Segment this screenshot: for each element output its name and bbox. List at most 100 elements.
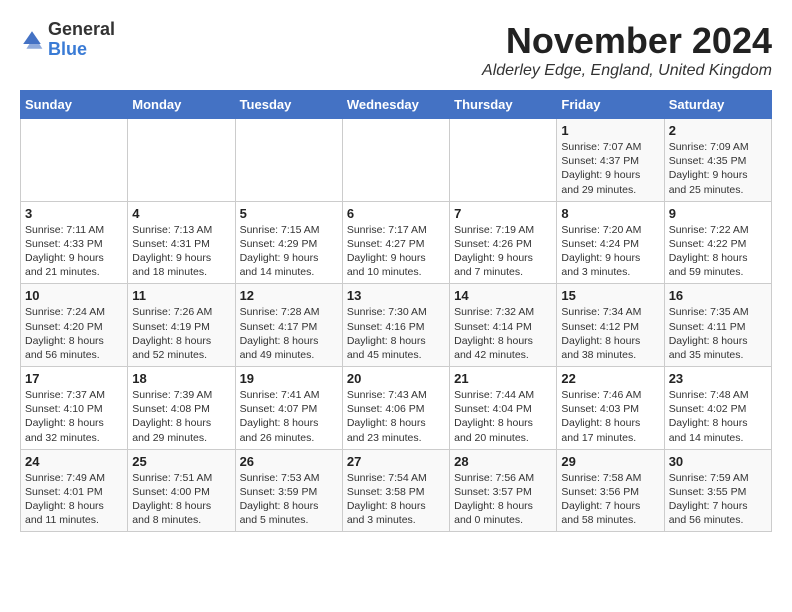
calendar-cell: 19 Sunrise: 7:41 AM Sunset: 4:07 PM Dayli… [235, 367, 342, 450]
calendar-cell [235, 119, 342, 202]
logo-general: General [48, 20, 115, 40]
calendar-cell: 24 Sunrise: 7:49 AM Sunset: 4:01 PM Dayli… [21, 449, 128, 532]
day-info: Sunrise: 7:37 AM Sunset: 4:10 PM Dayligh… [25, 388, 123, 445]
day-number: 9 [669, 206, 767, 221]
week-row-4: 24 Sunrise: 7:49 AM Sunset: 4:01 PM Dayli… [21, 449, 772, 532]
month-title: November 2024 [482, 20, 772, 62]
day-number: 4 [132, 206, 230, 221]
day-number: 16 [669, 288, 767, 303]
calendar-table: SundayMondayTuesdayWednesdayThursdayFrid… [20, 90, 772, 532]
day-number: 28 [454, 454, 552, 469]
day-number: 29 [561, 454, 659, 469]
day-info: Sunrise: 7:39 AM Sunset: 4:08 PM Dayligh… [132, 388, 230, 445]
day-number: 21 [454, 371, 552, 386]
calendar-body: 1Sunrise: 7:07 AM Sunset: 4:37 PM Daylig… [21, 119, 772, 532]
day-info: Sunrise: 7:41 AM Sunset: 4:07 PM Dayligh… [240, 388, 338, 445]
day-info: Sunrise: 7:13 AM Sunset: 4:31 PM Dayligh… [132, 223, 230, 280]
day-number: 8 [561, 206, 659, 221]
calendar-cell: 17 Sunrise: 7:37 AM Sunset: 4:10 PM Dayli… [21, 367, 128, 450]
calendar-cell: 26 Sunrise: 7:53 AM Sunset: 3:59 PM Dayli… [235, 449, 342, 532]
calendar-cell [128, 119, 235, 202]
day-info: Sunrise: 7:30 AM Sunset: 4:16 PM Dayligh… [347, 305, 445, 362]
day-info: Sunrise: 7:24 AM Sunset: 4:20 PM Dayligh… [25, 305, 123, 362]
calendar-cell: 23 Sunrise: 7:48 AM Sunset: 4:02 PM Dayli… [664, 367, 771, 450]
calendar-cell [450, 119, 557, 202]
day-info: Sunrise: 7:35 AM Sunset: 4:11 PM Dayligh… [669, 305, 767, 362]
day-info: Sunrise: 7:32 AM Sunset: 4:14 PM Dayligh… [454, 305, 552, 362]
day-info: Sunrise: 7:19 AM Sunset: 4:26 PM Dayligh… [454, 223, 552, 280]
day-number: 11 [132, 288, 230, 303]
day-number: 3 [25, 206, 123, 221]
location: Alderley Edge, England, United Kingdom [482, 62, 772, 80]
calendar-cell: 27Sunrise: 7:54 AM Sunset: 3:58 PM Dayli… [342, 449, 449, 532]
day-number: 15 [561, 288, 659, 303]
header-cell-tuesday: Tuesday [235, 91, 342, 119]
calendar-cell: 18 Sunrise: 7:39 AM Sunset: 4:08 PM Dayli… [128, 367, 235, 450]
logo-blue: Blue [48, 40, 115, 60]
calendar-cell: 7 Sunrise: 7:19 AM Sunset: 4:26 PM Daylig… [450, 201, 557, 284]
calendar-cell: 8Sunrise: 7:20 AM Sunset: 4:24 PM Daylig… [557, 201, 664, 284]
day-info: Sunrise: 7:34 AM Sunset: 4:12 PM Dayligh… [561, 305, 659, 362]
header-cell-saturday: Saturday [664, 91, 771, 119]
calendar-cell: 14Sunrise: 7:32 AM Sunset: 4:14 PM Dayli… [450, 284, 557, 367]
day-number: 20 [347, 371, 445, 386]
day-info: Sunrise: 7:58 AM Sunset: 3:56 PM Dayligh… [561, 471, 659, 528]
day-info: Sunrise: 7:44 AM Sunset: 4:04 PM Dayligh… [454, 388, 552, 445]
day-info: Sunrise: 7:46 AM Sunset: 4:03 PM Dayligh… [561, 388, 659, 445]
day-number: 1 [561, 123, 659, 138]
day-info: Sunrise: 7:49 AM Sunset: 4:01 PM Dayligh… [25, 471, 123, 528]
calendar-cell: 15 Sunrise: 7:34 AM Sunset: 4:12 PM Dayli… [557, 284, 664, 367]
day-number: 25 [132, 454, 230, 469]
calendar-cell: 6 Sunrise: 7:17 AM Sunset: 4:27 PM Daylig… [342, 201, 449, 284]
header-cell-friday: Friday [557, 91, 664, 119]
day-number: 19 [240, 371, 338, 386]
day-info: Sunrise: 7:22 AM Sunset: 4:22 PM Dayligh… [669, 223, 767, 280]
calendar-cell: 25Sunrise: 7:51 AM Sunset: 4:00 PM Dayli… [128, 449, 235, 532]
calendar-cell: 5Sunrise: 7:15 AM Sunset: 4:29 PM Daylig… [235, 201, 342, 284]
week-row-0: 1Sunrise: 7:07 AM Sunset: 4:37 PM Daylig… [21, 119, 772, 202]
calendar-cell: 1Sunrise: 7:07 AM Sunset: 4:37 PM Daylig… [557, 119, 664, 202]
week-row-1: 3 Sunrise: 7:11 AM Sunset: 4:33 PM Daylig… [21, 201, 772, 284]
day-info: Sunrise: 7:56 AM Sunset: 3:57 PM Dayligh… [454, 471, 552, 528]
header-cell-sunday: Sunday [21, 91, 128, 119]
day-number: 24 [25, 454, 123, 469]
calendar-cell [342, 119, 449, 202]
day-number: 17 [25, 371, 123, 386]
day-number: 30 [669, 454, 767, 469]
day-info: Sunrise: 7:48 AM Sunset: 4:02 PM Dayligh… [669, 388, 767, 445]
calendar-cell: 10 Sunrise: 7:24 AM Sunset: 4:20 PM Dayli… [21, 284, 128, 367]
day-info: Sunrise: 7:15 AM Sunset: 4:29 PM Dayligh… [240, 223, 338, 280]
day-number: 10 [25, 288, 123, 303]
day-number: 23 [669, 371, 767, 386]
calendar-cell: 2Sunrise: 7:09 AM Sunset: 4:35 PM Daylig… [664, 119, 771, 202]
logo: General Blue [20, 20, 115, 60]
day-number: 13 [347, 288, 445, 303]
day-info: Sunrise: 7:53 AM Sunset: 3:59 PM Dayligh… [240, 471, 338, 528]
day-number: 6 [347, 206, 445, 221]
week-row-2: 10 Sunrise: 7:24 AM Sunset: 4:20 PM Dayli… [21, 284, 772, 367]
page-header: General Blue November 2024 Alderley Edge… [20, 20, 772, 80]
header-cell-wednesday: Wednesday [342, 91, 449, 119]
day-number: 18 [132, 371, 230, 386]
day-number: 7 [454, 206, 552, 221]
day-number: 26 [240, 454, 338, 469]
calendar-header: SundayMondayTuesdayWednesdayThursdayFrid… [21, 91, 772, 119]
day-number: 2 [669, 123, 767, 138]
calendar-cell: 28 Sunrise: 7:56 AM Sunset: 3:57 PM Dayli… [450, 449, 557, 532]
calendar-cell: 3 Sunrise: 7:11 AM Sunset: 4:33 PM Daylig… [21, 201, 128, 284]
day-info: Sunrise: 7:28 AM Sunset: 4:17 PM Dayligh… [240, 305, 338, 362]
day-info: Sunrise: 7:26 AM Sunset: 4:19 PM Dayligh… [132, 305, 230, 362]
logo-text: General Blue [48, 20, 115, 60]
week-row-3: 17 Sunrise: 7:37 AM Sunset: 4:10 PM Dayli… [21, 367, 772, 450]
calendar-cell: 21 Sunrise: 7:44 AM Sunset: 4:04 PM Dayli… [450, 367, 557, 450]
calendar-cell: 13 Sunrise: 7:30 AM Sunset: 4:16 PM Dayli… [342, 284, 449, 367]
day-info: Sunrise: 7:59 AM Sunset: 3:55 PM Dayligh… [669, 471, 767, 528]
calendar-cell: 4 Sunrise: 7:13 AM Sunset: 4:31 PM Daylig… [128, 201, 235, 284]
day-info: Sunrise: 7:43 AM Sunset: 4:06 PM Dayligh… [347, 388, 445, 445]
day-info: Sunrise: 7:11 AM Sunset: 4:33 PM Dayligh… [25, 223, 123, 280]
header-row: SundayMondayTuesdayWednesdayThursdayFrid… [21, 91, 772, 119]
header-cell-thursday: Thursday [450, 91, 557, 119]
day-info: Sunrise: 7:17 AM Sunset: 4:27 PM Dayligh… [347, 223, 445, 280]
calendar-cell: 29 Sunrise: 7:58 AM Sunset: 3:56 PM Dayli… [557, 449, 664, 532]
day-number: 22 [561, 371, 659, 386]
